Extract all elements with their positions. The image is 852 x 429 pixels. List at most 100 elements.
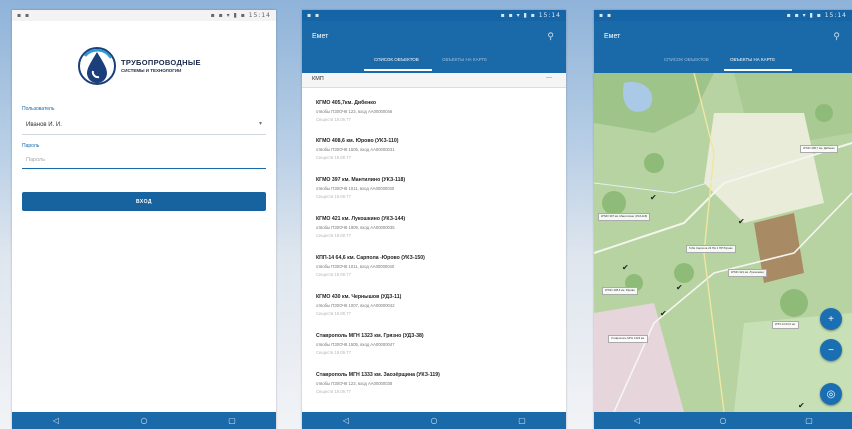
user-label: Пользователь [22, 106, 55, 112]
back-icon[interactable]: ◁ [617, 416, 657, 425]
list-item[interactable]: Ставрополь МГН 1323 км. Грязно (УДЗ-38) … [316, 333, 556, 369]
map-label: КГМО 408,6 км. Юрово [602, 287, 638, 295]
map-pin-icon[interactable]: ✔ [660, 309, 667, 318]
app-bar: Емет ⚲ СПИСОК ОБЪЕКТОВ ОБЪЕКТЫ НА КАРТЕ [302, 21, 566, 73]
item-line2: Сеществ 19.09.77 [316, 311, 351, 316]
locate-button[interactable]: ◎ [820, 383, 842, 405]
status-right: ▪ ▪ ▾ ▮ ▪ 15:14 [786, 12, 847, 19]
item-title: КГМО 421 км. Лукошкино (УКЗ-144) [316, 216, 406, 222]
map-label: КГМО 397 км. Мантилино (УКЗ-118) [598, 213, 651, 221]
item-line1: отвобы ПЗ0ОЧ8 123, вход АА00000046 [316, 109, 393, 114]
item-line2: Сеществ 19.09.77 [316, 117, 351, 122]
home-icon[interactable]: ○ [414, 416, 454, 425]
list-item[interactable]: Ставрополь МГН 1333 км. Заозёрщина (УКЗ-… [316, 372, 556, 408]
status-bar: ▪ ▪ ▪ ▪ ▾ ▮ ▪ 15:14 [302, 10, 566, 21]
logo-drop-icon [78, 47, 116, 85]
item-line2: Сеществ 19.09.77 [316, 272, 351, 277]
map-pin-icon[interactable]: ✔ [676, 283, 683, 292]
password-underline [22, 168, 266, 169]
list-item[interactable]: КПП-14 64,6 км. Сарпола -Юрово (УКЗ-150)… [316, 255, 556, 291]
filter-clear-icon[interactable]: — [546, 75, 552, 81]
status-bar: ▪ ▪ ▪ ▪ ▾ ▮ ▪ 15:14 [594, 10, 852, 21]
zoom-out-button[interactable]: − [820, 339, 842, 361]
back-icon[interactable]: ◁ [326, 416, 366, 425]
item-line1: отвобы ПЗ0ОЧ8 1011, вход АА00000030 [316, 186, 395, 191]
item-line1: отвобы ПЗ0ОЧ8 1011, вход АА00000040 [316, 264, 395, 269]
zoom-in-icon: + [828, 313, 834, 325]
map-pin-icon[interactable]: ✔ [650, 193, 657, 202]
map-pin-icon[interactable]: ✔ [798, 401, 805, 410]
item-title: КПП-14 64,6 км. Сарпола -Юрово (УКЗ-150) [316, 255, 425, 261]
list-item[interactable]: КГМО 397 км. Мантилино (УКЗ-118) отвобы … [316, 177, 556, 213]
map-label: КПП-14 64,6 км. [772, 321, 799, 329]
item-title: КГМО 405,7км. Дибенко [316, 100, 377, 106]
map-label: Тоби Сарпола 23 ПА 1 ПР Юрово [686, 245, 736, 253]
recent-apps-icon[interactable]: ▢ [212, 416, 252, 425]
tab-indicator [364, 69, 432, 71]
item-title: КГМО 430 км. Чернышов (УДЗ-11) [316, 294, 402, 300]
item-line2: Сеществ 19.09.77 [316, 389, 351, 394]
item-line1: отвобы ПЗ0ОЧ8 1505, вход АА00000031 [316, 147, 395, 152]
list-item[interactable]: КГМО 405,7км. Дибенко отвобы ПЗ0ОЧ8 123,… [316, 100, 556, 136]
map-screen: ▪ ▪ ▪ ▪ ▾ ▮ ▪ 15:14 Емет ⚲ СПИСОК ОБЪЕКТ… [594, 10, 852, 429]
map-pin-icon[interactable]: ✔ [622, 263, 629, 272]
tab-objects-on-map[interactable]: ОБЪЕКТЫ НА КАРТЕ [442, 57, 487, 62]
item-line1: отвобы ПЗ0ОЧ8 1007, вход АА00000042 [316, 303, 395, 308]
nav-bar: ◁ ○ ▢ [302, 412, 566, 429]
zoom-out-icon: − [828, 344, 834, 356]
status-right: ▪ ▪ ▾ ▮ ▪ 15:14 [500, 12, 561, 19]
item-line1: отвобы ПЗ0ОЧ8 1909, вход АА00000035 [316, 225, 395, 230]
status-left: ▪ ▪ [307, 12, 321, 19]
filter-bar[interactable]: КМП — [302, 73, 566, 88]
filter-value: КМП [312, 76, 324, 82]
password-label: Пароль [22, 143, 40, 149]
map-label: КГМО 405,7 км. Дибенко [800, 145, 838, 153]
password-placeholder: Пароль [26, 157, 46, 163]
list-item[interactable]: КГМО 408,6 км. Юрово (УКЗ-110) отвобы ПЗ… [316, 138, 556, 174]
list-item[interactable]: КГМО 430 км. Чернышов (УДЗ-11) отвобы ПЗ… [316, 294, 556, 330]
tab-objects-on-map[interactable]: ОБЪЕКТЫ НА КАРТЕ [730, 57, 775, 62]
tab-object-list[interactable]: СПИСОК ОБЪЕКТОВ [664, 57, 709, 62]
item-line2: Сеществ 19.09.77 [316, 350, 351, 355]
status-left: ▪ ▪ [599, 12, 613, 19]
nav-bar: ◁ ○ ▢ [12, 412, 276, 429]
item-line2: Сеществ 19.09.77 [316, 233, 351, 238]
nav-bar: ◁ ○ ▢ [594, 412, 852, 429]
login-button[interactable]: ВХОД [22, 192, 266, 211]
map-label: Ставрополь МГН 1323 км. [608, 335, 648, 343]
item-title: КГМО 408,6 км. Юрово (УКЗ-110) [316, 138, 399, 144]
item-line1: отвобы ПЗ0ОЧ8 123, вход АА00000038 [316, 381, 393, 386]
locate-icon: ◎ [826, 388, 836, 400]
map-view[interactable]: ✔ ✔ ✔ ✔ ✔ ✔ КГМО 397 км. Мантилино (УКЗ-… [594, 73, 852, 412]
app-bar: Емет ⚲ СПИСОК ОБЪЕКТОВ ОБЪЕКТЫ НА КАРТЕ [594, 21, 852, 73]
home-icon[interactable]: ○ [703, 416, 743, 425]
item-line2: Сеществ 19.09.77 [316, 194, 351, 199]
search-icon[interactable]: ⚲ [547, 31, 554, 42]
list-item[interactable]: КГМО 421 км. Лукошкино (УКЗ-144) отвобы … [316, 216, 556, 252]
item-title: Ставрополь МГН 1323 км. Грязно (УДЗ-38) [316, 333, 424, 339]
user-underline [22, 134, 266, 135]
map-label: КГМО 421 км. Лукошкино [728, 269, 767, 277]
item-line1: отвобы ПЗ0ОЧ8 1505, вход АА00000047 [316, 342, 395, 347]
status-bar: ▪ ▪ ▪ ▪ ▾ ▮ ▪ 15:14 [12, 10, 276, 21]
recent-apps-icon[interactable]: ▢ [502, 416, 542, 425]
item-line2: Сеществ 19.09.77 [316, 155, 351, 160]
chevron-down-icon: ▾ [258, 121, 262, 127]
map-tiles [594, 73, 852, 412]
item-title: КГМО 397 км. Мантилино (УКЗ-118) [316, 177, 406, 183]
back-icon[interactable]: ◁ [36, 416, 76, 425]
recent-apps-icon[interactable]: ▢ [789, 416, 829, 425]
user-value: Иванов И. И. [26, 122, 62, 128]
search-icon[interactable]: ⚲ [833, 31, 840, 42]
map-pin-icon[interactable]: ✔ [738, 217, 745, 226]
login-screen: ▪ ▪ ▪ ▪ ▾ ▮ ▪ 15:14 ТРУБОПРОВОДНЫЕ СИСТЕ… [12, 10, 276, 429]
list-screen: ▪ ▪ ▪ ▪ ▾ ▮ ▪ 15:14 Емет ⚲ СПИСОК ОБЪЕКТ… [302, 10, 566, 429]
logo-subtitle: СИСТЕМЫ И ТЕХНОЛОГИИ [121, 68, 182, 73]
item-title: Ставрополь МГН 1333 км. Заозёрщина (УКЗ-… [316, 372, 440, 378]
tab-object-list[interactable]: СПИСОК ОБЪЕКТОВ [374, 57, 419, 62]
tab-indicator [724, 69, 792, 71]
home-icon[interactable]: ○ [124, 416, 164, 425]
zoom-in-button[interactable]: + [820, 308, 842, 330]
status-left: ▪ ▪ [17, 12, 31, 19]
app-title: Емет [604, 33, 621, 40]
